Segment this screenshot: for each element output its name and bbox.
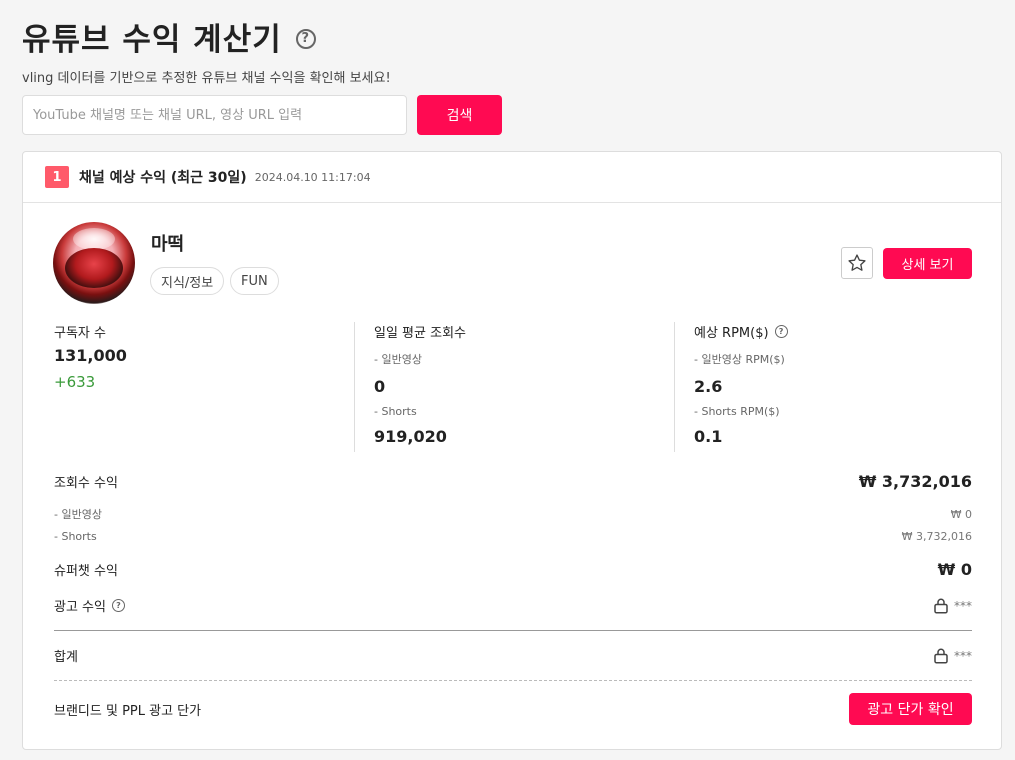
card-header: 1 채널 예상 수익 (최근 30일) 2024.04.10 11:17:04 xyxy=(23,152,1001,203)
daily-views-shorts-value: 919,020 xyxy=(374,427,447,446)
view-revenue-shorts-value: ₩ 3,732,016 xyxy=(901,530,972,543)
rpm-help-icon[interactable]: ? xyxy=(774,324,788,338)
rpm-normal-value: 2.6 xyxy=(694,377,723,396)
avatar-pot xyxy=(65,248,123,288)
view-revenue-label: 조회수 수익 xyxy=(54,476,118,491)
tag-fun[interactable]: FUN xyxy=(230,267,279,295)
view-revenue-value: ₩ 3,732,016 xyxy=(858,472,972,491)
view-revenue-normal-row: - 일반영상 ₩ 0 xyxy=(54,506,972,522)
view-revenue-normal-label: - 일반영상 xyxy=(54,508,102,521)
stat-rpm: 예상 RPM($) ? - 일반영상 RPM($) 2.6 - Shorts R… xyxy=(674,322,994,452)
favorite-button[interactable] xyxy=(841,247,873,279)
help-icon[interactable]: ? xyxy=(295,28,316,49)
tag-knowledge[interactable]: 지식/정보 xyxy=(150,267,225,295)
avatar-steam xyxy=(73,228,115,250)
ppl-label: 브랜디드 및 PPL 광고 단가 xyxy=(54,704,202,719)
rpm-shorts-value: 0.1 xyxy=(694,427,723,446)
subscribers-label: 구독자 수 xyxy=(54,325,106,341)
stat-subscribers: 구독자 수 131,000 +633 xyxy=(54,322,354,452)
ad-revenue-row: 광고 수익 ? *** xyxy=(54,596,972,615)
star-outline-icon xyxy=(848,254,866,271)
stat-daily-views: 일일 평균 조회수 - 일반영상 0 - Shorts 919,020 xyxy=(354,322,674,452)
ad-revenue-value: *** xyxy=(954,598,972,613)
total-locked[interactable]: *** xyxy=(932,647,972,665)
daily-views-normal-label: - 일반영상 xyxy=(374,353,422,366)
ad-revenue-locked[interactable]: *** xyxy=(932,597,972,615)
page-subtitle: vling 데이터를 기반으로 추정한 유튜브 채널 수익을 확인해 보세요! xyxy=(22,71,391,86)
page-title: 유튜브 수익 계산기 ? xyxy=(22,14,316,59)
rpm-label-text: 예상 RPM($) xyxy=(694,325,769,341)
total-label: 합계 xyxy=(54,650,78,665)
ad-revenue-help-icon[interactable]: ? xyxy=(111,599,125,612)
total-divider xyxy=(54,630,972,631)
detail-button[interactable]: 상세 보기 xyxy=(883,248,972,279)
search-input[interactable] xyxy=(22,95,407,135)
rpm-shorts-label: - Shorts RPM($) xyxy=(694,405,780,418)
daily-views-label: 일일 평균 조회수 xyxy=(374,325,466,341)
daily-views-normal-value: 0 xyxy=(374,377,386,396)
lock-icon xyxy=(934,598,948,613)
view-revenue-row: 조회수 수익 ₩ 3,732,016 xyxy=(54,472,972,491)
ppl-divider xyxy=(54,680,972,681)
subscribers-delta: +633 xyxy=(54,373,96,391)
ppl-row: 브랜디드 및 PPL 광고 단가 xyxy=(54,700,972,719)
ad-revenue-label-text: 광고 수익 xyxy=(54,600,106,615)
superchat-revenue-row: 슈퍼챗 수익 ₩ 0 xyxy=(54,560,972,579)
total-row: 합계 *** xyxy=(54,646,972,665)
subscribers-value: 131,000 xyxy=(54,346,127,365)
rpm-label: 예상 RPM($) ? xyxy=(694,322,994,341)
daily-views-shorts-label: - Shorts xyxy=(374,405,417,418)
card-timestamp: 2024.04.10 11:17:04 xyxy=(254,170,371,184)
view-revenue-shorts-row: - Shorts ₩ 3,732,016 xyxy=(54,530,972,543)
total-value: *** xyxy=(954,648,972,663)
result-card: 1 채널 예상 수익 (최근 30일) 2024.04.10 11:17:04 … xyxy=(22,151,1002,750)
superchat-revenue-value: ₩ 0 xyxy=(937,560,972,579)
lock-icon xyxy=(934,648,948,663)
channel-avatar[interactable] xyxy=(53,222,135,304)
rank-badge: 1 xyxy=(45,166,69,188)
superchat-revenue-label: 슈퍼챗 수익 xyxy=(54,564,118,579)
ad-revenue-label: 광고 수익 ? xyxy=(54,596,125,615)
search-button[interactable]: 검색 xyxy=(417,95,502,135)
view-revenue-normal-value: ₩ 0 xyxy=(950,507,972,521)
card-title: 채널 예상 수익 (최근 30일) xyxy=(79,170,247,186)
view-revenue-shorts-label: - Shorts xyxy=(54,530,97,543)
ad-price-button[interactable]: 광고 단가 확인 xyxy=(849,693,972,725)
rpm-normal-label: - 일반영상 RPM($) xyxy=(694,353,785,366)
page-title-text: 유튜브 수익 계산기 xyxy=(22,22,282,58)
channel-name[interactable]: 마떡 xyxy=(151,230,184,256)
